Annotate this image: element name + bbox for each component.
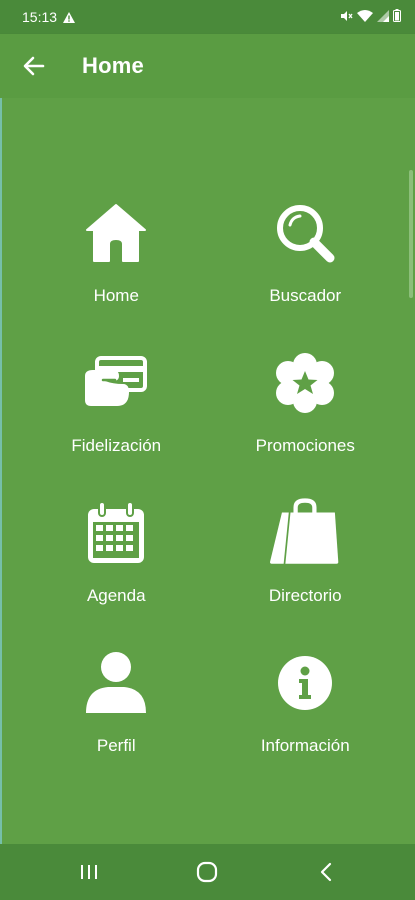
system-nav-bar xyxy=(0,844,415,900)
home-nav-button[interactable] xyxy=(177,852,237,892)
page-title: Home xyxy=(82,53,144,78)
menu-item-label: Promociones xyxy=(255,436,355,455)
battery-icon xyxy=(393,9,401,25)
house-icon xyxy=(81,198,151,268)
menu-item-label: Información xyxy=(260,736,350,755)
star-badge-icon xyxy=(270,348,340,418)
menu-item-label: Buscador xyxy=(269,286,342,305)
app-bar: Home xyxy=(0,34,415,98)
status-icons xyxy=(340,9,401,25)
arrow-left-icon xyxy=(23,56,45,76)
menu-item-label: Fidelización xyxy=(71,436,162,455)
calendar-icon xyxy=(81,498,151,568)
shopping-bag-icon xyxy=(270,498,340,568)
back-button[interactable] xyxy=(16,48,52,84)
menu-item-label: Perfil xyxy=(96,736,136,755)
user-icon xyxy=(81,648,151,718)
search-icon xyxy=(270,198,340,268)
menu-item-agenda[interactable]: Agenda xyxy=(0,498,208,648)
menu-item-fidelizacion[interactable]: Fidelización xyxy=(0,348,208,498)
chevron-left-icon xyxy=(320,862,331,882)
menu-item-perfil[interactable]: Perfil xyxy=(0,648,208,798)
recent-apps-button[interactable] xyxy=(59,852,119,892)
menu-item-buscador[interactable]: Buscador xyxy=(208,198,415,348)
menu-item-directorio[interactable]: Directorio xyxy=(208,498,415,648)
menu-item-label: Home xyxy=(93,286,139,305)
mute-icon xyxy=(340,9,353,25)
signal-icon xyxy=(377,9,389,25)
menu-item-informacion[interactable]: Información xyxy=(208,648,415,798)
recent-apps-icon xyxy=(81,865,98,879)
wifi-icon xyxy=(357,9,373,25)
back-nav-button[interactable] xyxy=(296,852,356,892)
menu-item-label: Directorio xyxy=(268,586,342,605)
info-icon xyxy=(270,648,340,718)
status-bar: 15:13 xyxy=(0,0,415,34)
status-time: 15:13 xyxy=(22,9,58,25)
menu-item-home[interactable]: Home xyxy=(0,198,208,348)
menu-grid: Home Buscador Fidelización Promociones A… xyxy=(0,198,415,798)
menu-item-label: Agenda xyxy=(86,586,146,605)
card-in-hand-icon xyxy=(81,348,151,418)
home-circle-icon xyxy=(197,861,218,883)
main-content: Home Buscador Fidelización Promociones A… xyxy=(0,98,415,844)
warning-icon xyxy=(63,11,76,23)
menu-item-promociones[interactable]: Promociones xyxy=(208,348,415,498)
